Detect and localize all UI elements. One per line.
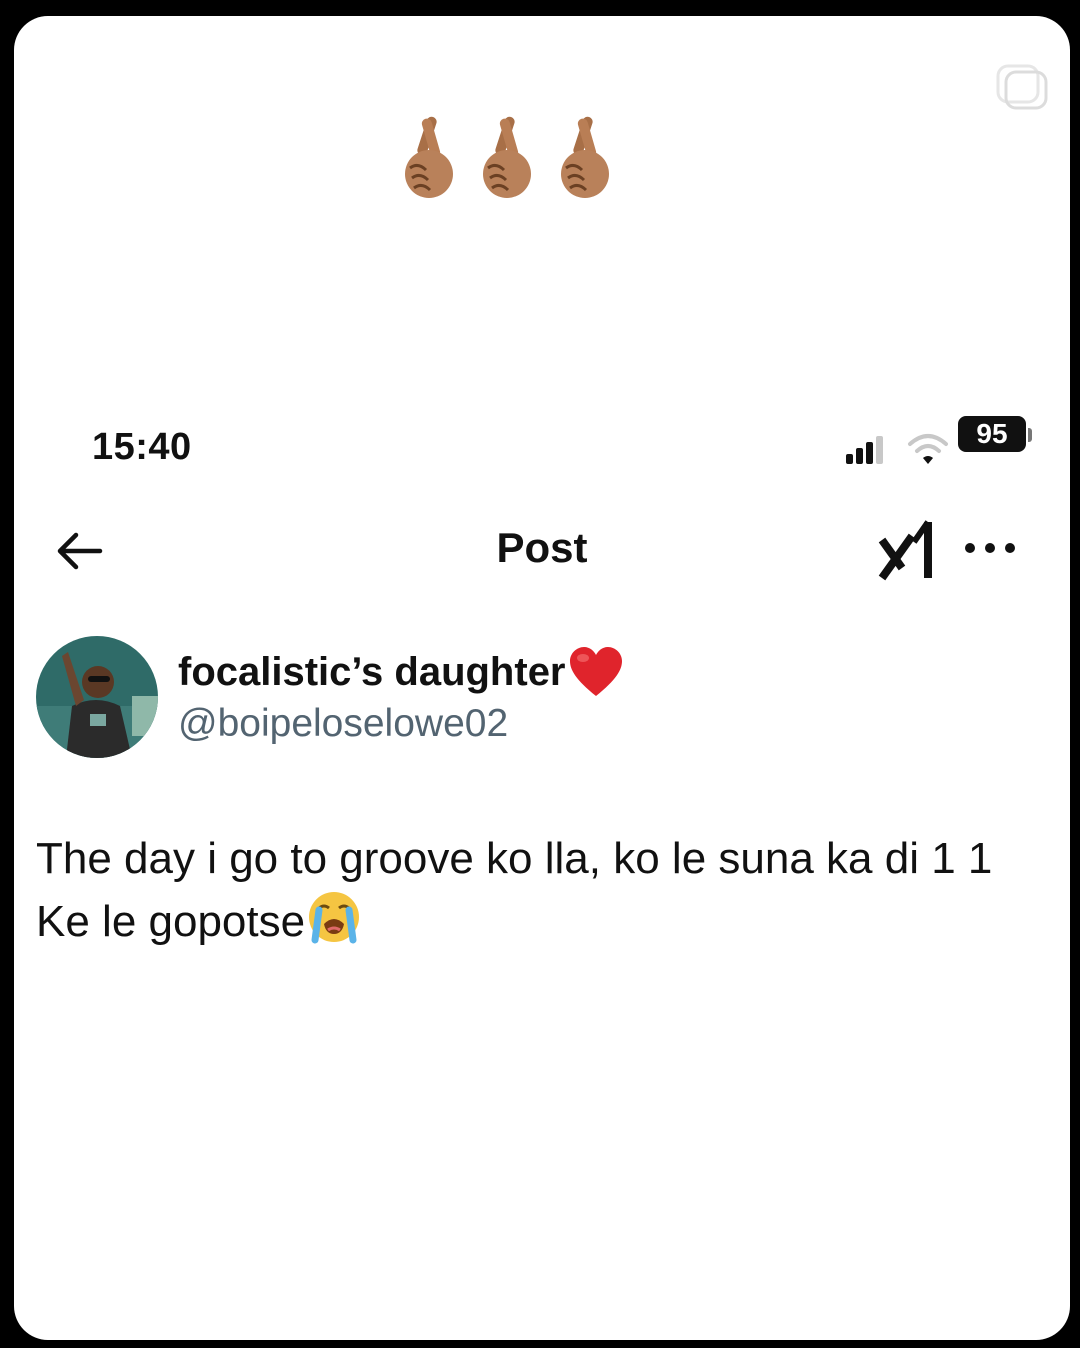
author-display-name[interactable]: focalistic’s daughter [178, 650, 566, 695]
battery-level: 95 [958, 416, 1026, 452]
copy-icon[interactable] [994, 62, 1050, 112]
post-text-line-content: Ke le gopotse [36, 897, 306, 946]
crossed-fingers-row [400, 112, 614, 202]
wifi-icon [908, 434, 948, 464]
post-text-line-2: Ke le gopotse [36, 890, 1046, 953]
grok-icon[interactable] [876, 518, 940, 582]
story-card: 15:40 95 Post focalistic’s daughter @boi… [14, 16, 1070, 1340]
status-time: 15:40 [92, 426, 192, 468]
red-heart-icon [569, 647, 622, 696]
screenshot-frame: 15:40 95 Post focalistic’s daughter @boi… [0, 0, 1080, 1348]
more-icon[interactable] [962, 536, 1018, 560]
crossed-fingers-icon [483, 116, 531, 198]
author-handle[interactable]: @boipeloselowe02 [178, 702, 508, 746]
crossed-fingers-icon [405, 116, 453, 198]
avatar[interactable] [36, 636, 158, 758]
post-text-line: The day i go to groove ko lla, ko le sun… [36, 834, 993, 883]
post-text: The day i go to groove ko lla, ko le sun… [36, 828, 1046, 953]
battery-tip [1028, 428, 1032, 442]
cellular-signal-icon [846, 436, 883, 464]
loudly-crying-face-icon [309, 892, 360, 944]
crossed-fingers-icon [561, 116, 609, 198]
author-name-row: focalistic’s daughter [178, 646, 624, 698]
